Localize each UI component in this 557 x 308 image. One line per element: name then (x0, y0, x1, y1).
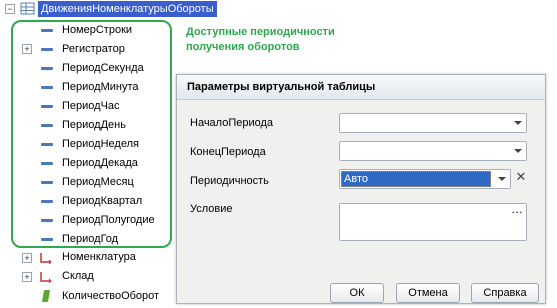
dimension-icon (40, 253, 52, 264)
tree-root-item[interactable]: ДвиженияНоменклатурыОбороты (38, 1, 217, 17)
start-period-label: НачалоПериода (190, 117, 274, 129)
end-period-label: КонецПериода (190, 146, 266, 158)
more-icon[interactable]: … (508, 203, 526, 218)
virtual-table-icon (20, 2, 35, 15)
tree-item-dimension-nomenclature[interactable]: Номенклатура (62, 248, 136, 266)
dialog-title: Параметры виртуальной таблицы (187, 81, 376, 93)
end-period-field[interactable] (339, 141, 527, 161)
resource-icon (41, 290, 51, 302)
expand-icon[interactable]: + (22, 272, 32, 282)
cancel-button[interactable]: Отмена (396, 283, 460, 303)
tree-item-resource-quantity[interactable]: КоличествоОборот (62, 287, 159, 305)
expand-icon[interactable]: + (22, 253, 32, 263)
dimension-icon (40, 272, 52, 283)
periodicity-note: Доступные периодичности получения оборот… (186, 26, 335, 53)
periodicity-select[interactable]: Авто (339, 169, 511, 189)
periodicity-value: Авто (341, 171, 491, 187)
chevron-down-icon[interactable] (492, 170, 510, 188)
start-period-field[interactable] (339, 113, 527, 133)
clear-icon[interactable]: ✕ (514, 168, 528, 186)
help-button[interactable]: Справка (471, 283, 539, 303)
periodicity-highlight (11, 20, 172, 248)
ok-button[interactable]: ОК (330, 283, 384, 303)
condition-label: Условие (190, 203, 233, 215)
chevron-down-icon[interactable] (508, 114, 526, 132)
collapse-icon[interactable]: − (5, 4, 15, 14)
chevron-down-icon[interactable] (508, 142, 526, 160)
virtual-table-params-dialog: Параметры виртуальной таблицы НачалоПери… (176, 74, 546, 304)
condition-field[interactable]: … (339, 203, 527, 241)
tree-item-dimension-warehouse[interactable]: Склад (62, 267, 94, 285)
periodicity-label: Периодичность (190, 175, 269, 187)
dialog-title-bar[interactable]: Параметры виртуальной таблицы (177, 75, 545, 100)
